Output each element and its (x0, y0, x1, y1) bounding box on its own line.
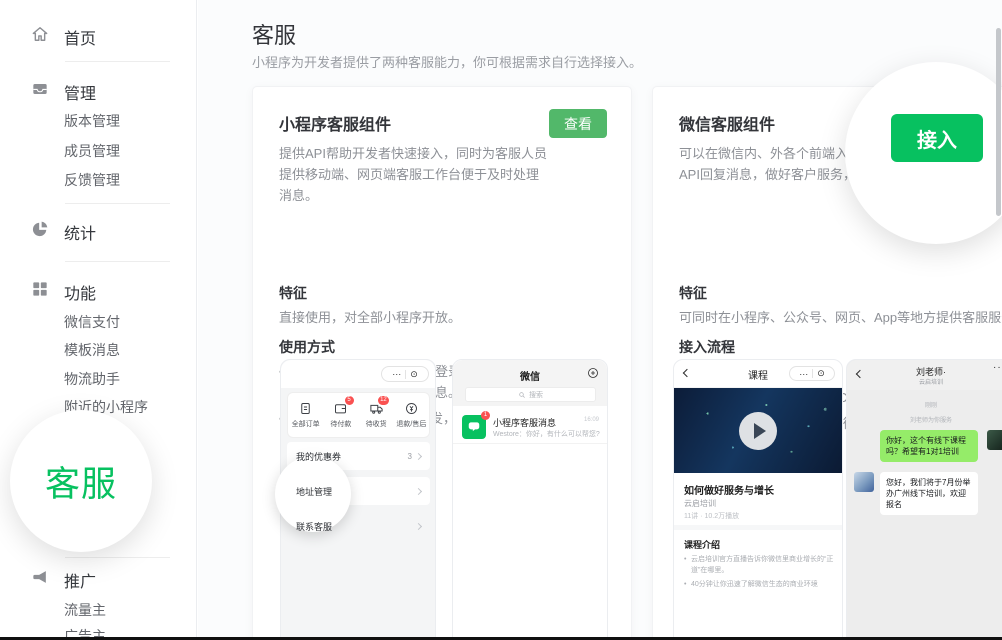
play-button-icon (739, 412, 777, 450)
coupon-count: 3 (408, 452, 412, 461)
grid-icon (30, 279, 50, 299)
shortcut-refund: 退款/售后 (394, 393, 429, 437)
chat-bubble-icon (467, 420, 481, 434)
screenshot-course-page: 课程 ··· ⊙ 如何做好服务与增长 云启培训 11讲 · 10.2万播放 课程… (673, 359, 843, 640)
card-title: 小程序客服组件 (279, 111, 391, 135)
pie-chart-icon (30, 219, 50, 239)
wechat-miniprogram-console: 首页 管理 版本管理 成员管理 反馈管理 统计 功能 微信支付 模板消息 (0, 0, 1002, 640)
sidebar-item-label: 首页 (64, 25, 96, 49)
shortcut-pending-payment: 5 待付款 (323, 393, 358, 437)
spotlight-circle-sidebar: 客服 (10, 410, 152, 552)
refund-icon (404, 401, 419, 416)
sidebar-divider (65, 557, 170, 558)
card-description: 提供API帮助开发者快速接入，同时为客服人员提供移动端、网页端客服工作台便于及时… (279, 143, 551, 206)
more-icon: ··· (799, 369, 808, 379)
video-thumbnail (674, 388, 842, 473)
page-subtitle: 小程序为开发者提供了两种客服能力，你可根据需求自行选择接入。 (252, 52, 642, 71)
badge: 5 (345, 396, 354, 405)
card-miniprogram-service: 小程序客服组件 查看 提供API帮助开发者快速接入，同时为客服人员提供移动端、网… (252, 86, 632, 640)
sidebar-subitem-members[interactable]: 成员管理 (64, 141, 184, 161)
sidebar-subitem-version[interactable]: 版本管理 (64, 111, 184, 131)
sidebar-item-label: 功能 (64, 280, 96, 304)
sidebar-item-label: 统计 (64, 220, 96, 244)
megaphone-icon (30, 567, 50, 587)
badge: 12 (378, 396, 389, 405)
feature-heading: 特征 (279, 283, 307, 303)
scrollbar-thumb[interactable] (996, 28, 1001, 216)
course-intro-item: 40分钟让你迅速了解微信生态的商业环境 (684, 579, 834, 590)
inbox-icon (30, 79, 50, 99)
chat-timestamp: 刚刚 (847, 400, 1002, 409)
user-avatar (987, 430, 1002, 450)
screenshot-wechat-home: 微信 搜索 1 小程序客服消息 Westore：你好，有什么可以帮您? 16:0… (452, 359, 608, 640)
course-intro-heading: 课程介绍 (684, 538, 720, 551)
course-intro-item: 云启培训官方直播告诉你微信里商业增长的“正道”在哪里。 (684, 554, 834, 576)
screenshot-service-chat: 刘老师· 云启培训 ··· 刚刚 刘老师为你服务 你好，这个有线下课程吗？希望有… (846, 359, 1002, 640)
order-shortcuts: 全部订单 5 待付款 12 待收货 退款/售后 (287, 392, 430, 438)
chat-time: 16:09 (584, 417, 599, 423)
chat-preview: Westore：你好，有什么可以帮您? (493, 429, 600, 439)
join-button[interactable]: 接入 (891, 114, 983, 162)
chat-title: 小程序客服消息 (493, 416, 556, 429)
sidebar-divider (65, 203, 170, 204)
sidebar-subitem-feedback[interactable]: 反馈管理 (64, 170, 184, 190)
agent-avatar (854, 472, 874, 492)
chat-list-item: 1 小程序客服消息 Westore：你好，有什么可以帮您? 16:09 (453, 410, 607, 444)
more-icon: ··· (392, 369, 401, 379)
sidebar-item-customer-service[interactable]: 客服 (45, 456, 117, 507)
card-title: 微信客服组件 (679, 111, 775, 135)
video-provider: 云启培训 (684, 498, 716, 509)
unread-badge: 1 (481, 411, 490, 420)
video-title: 如何做好服务与增长 (684, 482, 774, 497)
sidebar-divider (65, 261, 170, 262)
exit-icon: ⊙ (410, 369, 418, 380)
section-divider (674, 525, 842, 530)
sidebar-item-home[interactable]: 首页 (0, 23, 197, 47)
view-button[interactable]: 查看 (549, 109, 607, 138)
shortcut-pending-delivery: 12 待收货 (359, 393, 394, 437)
course-intro-list: 云启培训官方直播告诉你微信里商业增长的“正道”在哪里。 40分钟让你迅速了解微信… (684, 554, 834, 593)
feature-text: 直接使用，对全部小程序开放。 (279, 307, 619, 326)
chevron-right-icon (415, 452, 422, 459)
sidebar-subitem-logistics[interactable]: 物流助手 (64, 369, 184, 389)
sidebar-item-label: 推广 (64, 568, 96, 592)
plus-circle-icon (587, 367, 599, 379)
exit-icon: ⊙ (817, 368, 825, 379)
sidebar-item-promotion[interactable]: 推广 (0, 566, 197, 590)
chat-contact-org: 云启培训 (847, 377, 1002, 386)
usage-heading: 使用方式 (279, 337, 335, 357)
chevron-right-icon (415, 487, 422, 494)
sidebar-item-label: 管理 (64, 80, 96, 104)
sidebar-item-manage[interactable]: 管理 (0, 78, 197, 102)
feature-heading: 特征 (679, 283, 707, 303)
miniprogram-capsule: ··· ⊙ (789, 366, 835, 381)
search-icon (518, 391, 526, 399)
feature-text: 可同时在小程序、公众号、网页、App等地方提供客服服务。 (679, 307, 1002, 326)
home-icon (30, 24, 50, 44)
shortcut-all-orders: 全部订单 (288, 393, 323, 437)
chat-notice: 刘老师为你服务 (847, 415, 1002, 424)
sidebar-subitem-template-message[interactable]: 模板消息 (64, 340, 184, 360)
outgoing-message: 你好，这个有线下课程吗？希望有1对1培训 (880, 430, 978, 462)
page-title: 客服 (252, 18, 296, 50)
video-meta: 11讲 · 10.2万播放 (684, 511, 739, 521)
order-list-icon (298, 401, 313, 416)
wechat-title: 微信 (453, 368, 607, 383)
sidebar-item-statistics[interactable]: 统计 (0, 218, 197, 242)
miniprogram-capsule: ··· ⊙ (381, 366, 429, 382)
search-bar: 搜索 (465, 387, 596, 402)
sidebar-subitem-traffic[interactable]: 流量主 (64, 600, 184, 620)
more-icon: ··· (993, 362, 1002, 373)
screenshot-miniprogram-orders: ··· ⊙ 全部订单 5 待付款 12 待收货 (280, 359, 436, 640)
sidebar-divider (65, 61, 170, 62)
sidebar-subitem-wechat-pay[interactable]: 微信支付 (64, 312, 184, 332)
incoming-message: 您好，我们将于7月份举办广州线下培训，欢迎报名 (880, 472, 978, 515)
chevron-right-icon (415, 522, 422, 529)
sidebar-item-features[interactable]: 功能 (0, 278, 197, 302)
flow-heading: 接入流程 (679, 337, 735, 357)
